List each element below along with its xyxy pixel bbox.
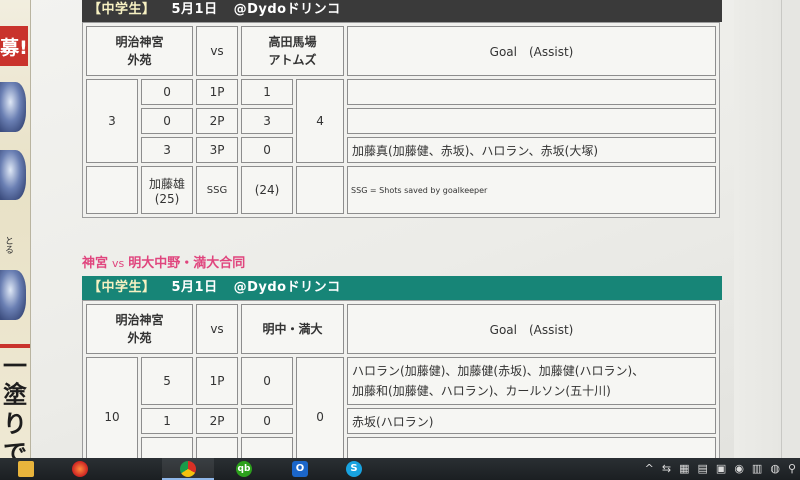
empty-cell: [296, 166, 345, 214]
game2-score-table: 明治神宮 外苑 vs 明中・満大 Goal (Assist) 10 5 1P 0…: [82, 300, 720, 458]
team-name-line: 明治神宮: [115, 313, 164, 327]
match-away: 明大中野・満大合同: [128, 256, 246, 271]
period-label: [196, 437, 239, 458]
team-name-line: 外苑: [127, 53, 152, 67]
game1-goal-header: Goal (Assist): [347, 26, 716, 76]
game2-vs: vs: [196, 304, 239, 354]
ad-product-image: [0, 150, 26, 200]
outlook-icon[interactable]: O: [292, 461, 308, 477]
goal-line: ハロラン(加藤健)、加藤健(赤坂)、加藤健(ハロラン)、: [352, 364, 645, 378]
tray-app-icon[interactable]: ▦: [679, 461, 689, 477]
period-home-score: 1: [141, 408, 194, 434]
period-goals: 加藤真(加藤健、赤坂)、ハロラン、赤坂(大塚): [347, 137, 716, 163]
period-label: 1P: [196, 357, 239, 405]
hub-app-icon[interactable]: [72, 461, 88, 477]
game2-away-total: 0: [296, 357, 345, 458]
period-goals: [347, 437, 716, 458]
sidebar-advertisement[interactable]: 募! とる 一 塗 り で ハ: [0, 0, 31, 458]
goal-line: 加藤和(加藤健、ハロラン)、カールソン(五十川): [352, 384, 611, 398]
game2-goal-header: Goal (Assist): [347, 304, 716, 354]
ad-char: 一: [3, 352, 27, 380]
game2-venue: @Dydoドリンコ: [233, 280, 341, 295]
ad-char: 塗: [3, 381, 27, 409]
match-title-link[interactable]: 神宮 vs 明大中野・満大合同: [82, 252, 245, 271]
game1-category: 【中学生】: [88, 2, 156, 17]
game2-home-team: 明治神宮 外苑: [86, 304, 194, 354]
skype-icon[interactable]: S: [346, 461, 362, 477]
game1-away-team: 高田馬場 アトムズ: [241, 26, 345, 76]
ad-char: で: [3, 439, 27, 458]
tray-overflow-icon[interactable]: ^: [645, 461, 654, 477]
ssg-label: SSG: [196, 166, 239, 214]
period-away-score: 0: [241, 357, 294, 405]
game1-date: 5月1日: [171, 2, 218, 17]
game2-away-team: 明中・満大: [241, 304, 345, 354]
game1-vs: vs: [196, 26, 239, 76]
taskbar: qb O S ^ ⇆ ▦ ▤ ▣ ◉ ▥ ◍ ⚲: [0, 458, 800, 480]
game1-away-total: 4: [296, 79, 345, 163]
period-away-score: 3: [241, 108, 294, 134]
game2-home-total: 10: [86, 357, 138, 458]
ad-product-image: [0, 270, 26, 320]
tray-sync-icon[interactable]: ⇆: [662, 461, 671, 477]
match-vs: vs: [112, 257, 125, 270]
game1-header: 【中学生】 5月1日 @Dydoドリンコ: [82, 0, 722, 22]
period-home-score: 0: [141, 79, 194, 105]
browser-page: 募! とる 一 塗 り で ハ 【中学生】 5月1日 @Dydoドリンコ: [0, 0, 800, 458]
period-goals: 赤坂(ハロラン): [347, 408, 716, 434]
game1-venue: @Dydoドリンコ: [233, 2, 341, 17]
game2-header: 【中学生】 5月1日 @Dydoドリンコ: [82, 276, 722, 300]
game1-home-team: 明治神宮 外苑: [86, 26, 194, 76]
vertical-scrollbar[interactable]: [781, 0, 800, 458]
ad-small-text: とる: [3, 236, 13, 254]
game1-home-total: 3: [86, 79, 138, 163]
ad-banner-text: 募!: [0, 26, 28, 66]
file-explorer-icon[interactable]: [18, 461, 34, 477]
game2-category: 【中学生】: [88, 280, 156, 295]
ad-char: り: [3, 410, 27, 438]
period-home-score: 5: [141, 357, 194, 405]
team-name-line: アトムズ: [268, 53, 317, 67]
period-goals: [347, 79, 716, 105]
ad-vertical-text: 一 塗 り で ハ: [0, 352, 30, 458]
game1-home-ssg: 加藤雄 (25): [141, 166, 194, 214]
game2-section: 【中学生】 5月1日 @Dydoドリンコ 明治神宮 外苑 vs 明中・満大 Go…: [82, 276, 722, 458]
tray-app-icon[interactable]: ▤: [698, 461, 708, 477]
goalkeeper-name: 加藤雄: [149, 176, 186, 191]
tray-network-icon[interactable]: ⚲: [788, 461, 796, 477]
period-home-score: [141, 437, 194, 458]
period-home-score: 3: [141, 137, 194, 163]
quickbooks-icon[interactable]: qb: [236, 461, 252, 477]
ssg-footnote: SSG = Shots saved by goalkeeper: [347, 166, 716, 214]
period-home-score: 0: [141, 108, 194, 134]
system-tray: ^ ⇆ ▦ ▤ ▣ ◉ ▥ ◍ ⚲: [645, 461, 796, 477]
period-away-score: 1: [241, 79, 294, 105]
team-name-line: 明治神宮: [115, 35, 164, 49]
period-away-score: [241, 437, 294, 458]
chrome-icon[interactable]: [180, 461, 196, 477]
tray-app-icon[interactable]: ▥: [752, 461, 762, 477]
period-away-score: 0: [241, 408, 294, 434]
tray-app-icon[interactable]: ◉: [734, 461, 744, 477]
ad-product-image: [0, 82, 26, 132]
empty-cell: [86, 166, 138, 214]
ad-divider: [0, 344, 30, 348]
game1-away-ssg: (24): [241, 166, 294, 214]
period-label: 1P: [196, 79, 239, 105]
period-label: 3P: [196, 137, 239, 163]
team-name-line: 高田馬場: [268, 35, 317, 49]
tray-app-icon[interactable]: ▣: [716, 461, 726, 477]
goalkeeper-saves: (25): [154, 191, 180, 206]
period-away-score: 0: [241, 137, 294, 163]
game1-section: 【中学生】 5月1日 @Dydoドリンコ 明治神宮 外苑 vs 高田馬場 アトム…: [82, 0, 722, 218]
period-label: 2P: [196, 108, 239, 134]
game1-score-table: 明治神宮 外苑 vs 高田馬場 アトムズ Goal (Assist) 3 0 1…: [82, 22, 720, 218]
team-name-line: 外苑: [127, 331, 152, 345]
match-home: 神宮: [82, 256, 109, 271]
game2-date: 5月1日: [171, 280, 218, 295]
period-label: 2P: [196, 408, 239, 434]
period-goals: ハロラン(加藤健)、加藤健(赤坂)、加藤健(ハロラン)、 加藤和(加藤健、ハロラ…: [347, 357, 716, 405]
tray-chrome-icon[interactable]: ◍: [770, 461, 780, 477]
period-goals: [347, 108, 716, 134]
